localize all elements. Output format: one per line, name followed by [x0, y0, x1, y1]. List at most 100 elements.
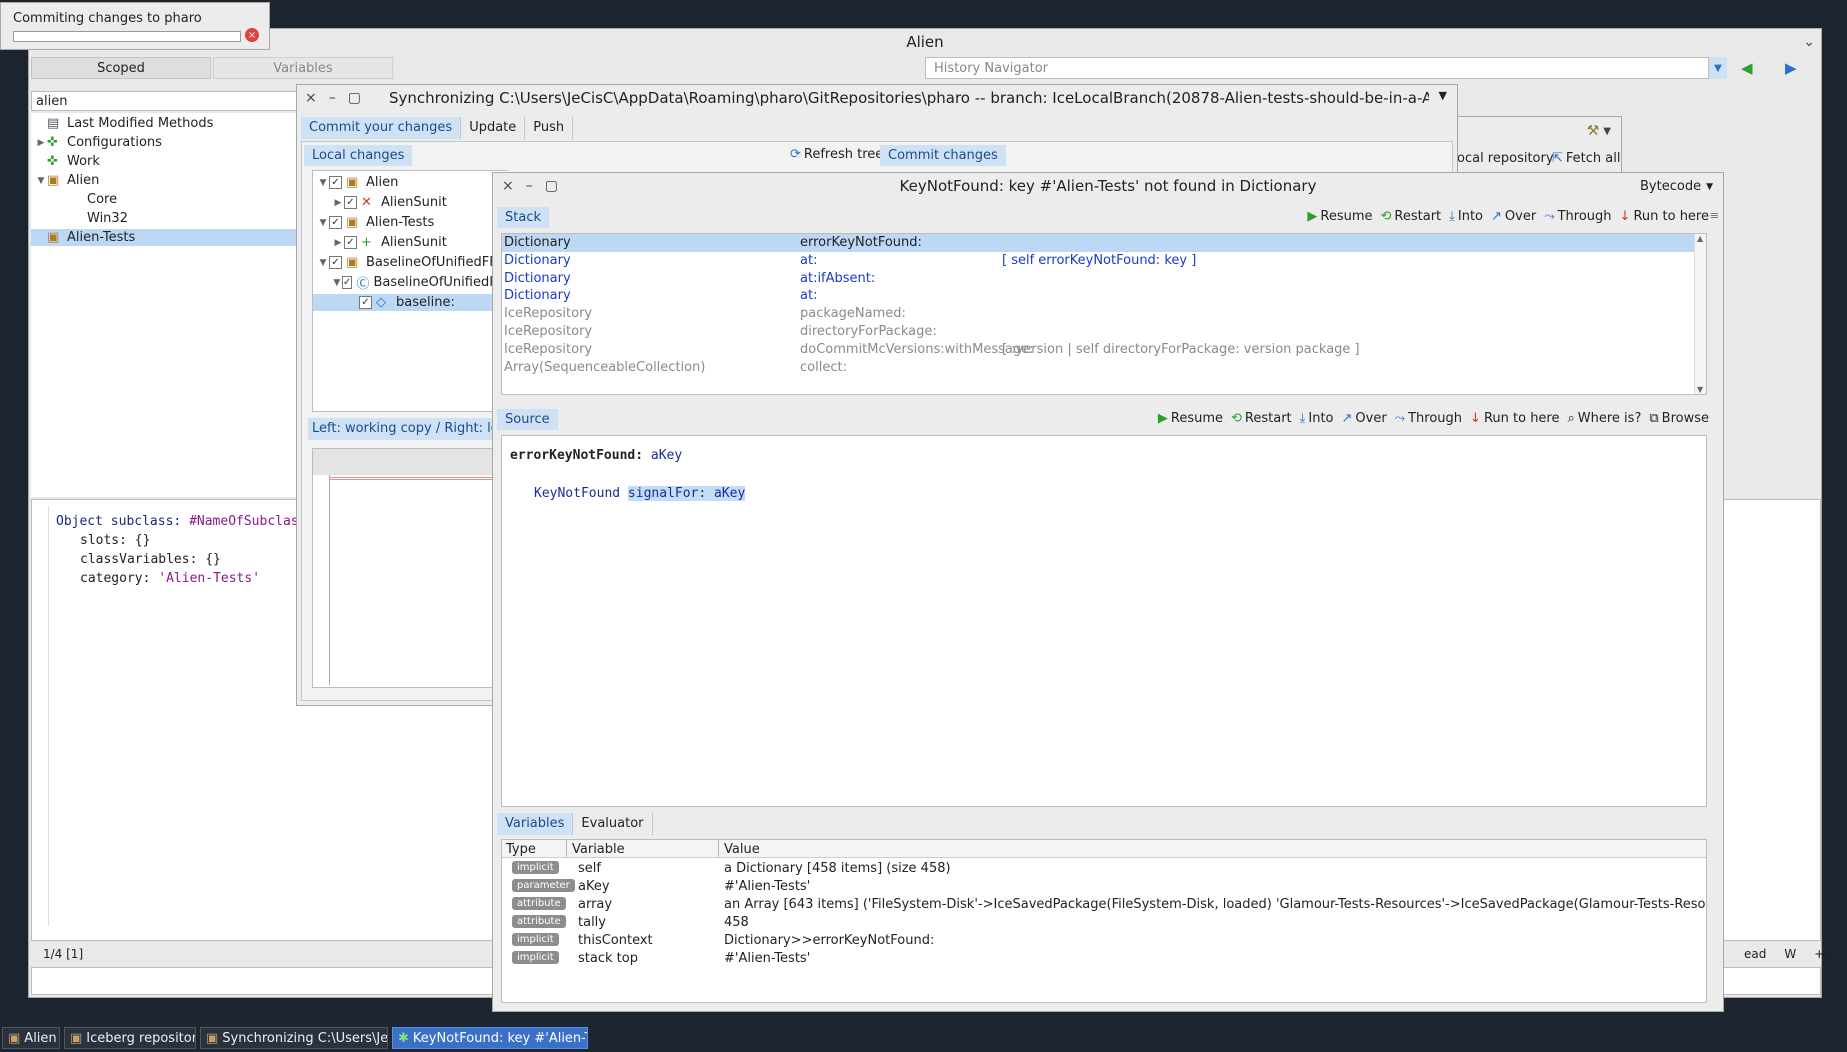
taskbar-item[interactable]: ▣Synchronizing C:\Users\JeCi... [200, 1027, 388, 1049]
variable-row[interactable]: attribute tally 458 [502, 914, 1706, 932]
package-tree-item[interactable]: ▣ Alien-Tests [31, 229, 303, 246]
history-dropdown-icon[interactable]: ▼ [1709, 57, 1727, 79]
change-tree-item[interactable]: ✓ ◇ baseline: [313, 294, 508, 311]
taskbar-item[interactable]: ▣Iceberg repositories [64, 1027, 196, 1049]
checkbox[interactable]: ✓ [359, 296, 372, 309]
variable-row[interactable]: implicit stack top #'Alien-Tests' [502, 950, 1706, 968]
through-button[interactable]: ⤳ Through [1395, 411, 1462, 426]
status-w[interactable]: W [1784, 947, 1796, 961]
sync-title: Synchronizing C:\Users\JeCisC\AppData\Ro… [389, 89, 1429, 107]
history-navigator-field[interactable]: History Navigator [925, 57, 1709, 79]
sync-menu-icon[interactable]: ▼ [1439, 89, 1447, 102]
fetch-all-button[interactable]: ⇱ Fetch all [1552, 151, 1620, 166]
cancel-progress-icon[interactable]: × [245, 28, 259, 42]
back-arrow-icon[interactable]: ◀ [1741, 59, 1753, 77]
over-button[interactable]: ↗ Over [1342, 411, 1387, 426]
local-changes-tab[interactable]: Local changes [304, 145, 413, 166]
taskbar-item[interactable]: ▣ Alien [2, 1027, 60, 1049]
run-to-here-button[interactable]: ↓ Run to here [1470, 411, 1559, 426]
config-icon: ✜ [47, 135, 58, 150]
restart-button[interactable]: ⟲ Restart [1381, 209, 1442, 224]
stack-tab[interactable]: Stack [497, 207, 549, 228]
expand-icon[interactable]: ▼ [317, 178, 329, 188]
diff-pane[interactable] [312, 448, 509, 688]
alien-menu-icon[interactable]: ⌄ [1803, 29, 1815, 55]
through-button[interactable]: ⤳ Through [1544, 209, 1611, 224]
refresh-tree-button[interactable]: ⟳ Refresh tree [790, 147, 883, 162]
resume-button[interactable]: ▶ Resume [1307, 209, 1372, 224]
change-tree-item[interactable]: ▶ ✓ ✕ AlienSunit [313, 194, 508, 211]
variable-row[interactable]: attribute array an Array [643 items] ('Fil… [502, 896, 1706, 914]
change-tree-item[interactable]: ▼ ✓ ▣ Alien [313, 174, 508, 191]
checkbox[interactable]: ✓ [329, 176, 342, 189]
expand-icon[interactable]: ▼ [332, 278, 342, 288]
package-tree-item[interactable]: ▤ Last Modified Methods [31, 115, 303, 132]
tab-variables[interactable]: Variables [497, 813, 574, 835]
source-pane[interactable]: errorKeyNotFound: aKey KeyNotFound signa… [501, 435, 1707, 807]
alien-tab-variables[interactable]: Variables [213, 57, 393, 79]
tab-push[interactable]: Push [525, 117, 574, 139]
header-value[interactable]: Value [724, 842, 760, 857]
variable-row[interactable]: implicit thisContext Dictionary>>errorKeyN… [502, 932, 1706, 950]
commit-changes-button[interactable]: Commit changes [880, 145, 1006, 166]
stack-scrollbar[interactable]: ▲ ▼ [1694, 234, 1706, 394]
change-tree-item[interactable]: ▶ ✓ + AlienSunit [313, 234, 508, 251]
stack-frame[interactable]: Dictionary at: [ self errorKeyNotFound: ke… [502, 252, 1706, 270]
sync-maximize-icon[interactable]: ▢ [348, 90, 361, 106]
change-tree-item[interactable]: ▼ ✓ Ⓒ BaselineOfUnifiedFFI [313, 274, 508, 292]
local-repository-button[interactable]: ocal repository [1457, 151, 1554, 166]
sync-minimize-icon[interactable]: – [329, 90, 336, 106]
checkbox[interactable]: ✓ [341, 276, 353, 289]
checkbox[interactable]: ✓ [344, 236, 357, 249]
browse-button[interactable]: ⧉ Browse [1649, 411, 1709, 426]
stack-frame[interactable]: Dictionary errorKeyNotFound: [502, 234, 1706, 252]
expand-icon[interactable]: ▶ [332, 198, 344, 208]
variable-row[interactable]: parameter aKey #'Alien-Tests' [502, 878, 1706, 896]
iceberg-settings-icon[interactable]: ⚒ ▼ [1587, 123, 1611, 139]
bytecode-dropdown[interactable]: Bytecode ▼ [1640, 179, 1713, 194]
package-tree-item[interactable]: Win32 [31, 210, 303, 227]
stack-frame[interactable]: IceRepository directoryForPackage: [502, 323, 1706, 341]
variable-row[interactable]: implicit self a Dictionary [458 items] (si… [502, 860, 1706, 878]
package-tree-item[interactable]: ▶ ✜ Configurations [31, 134, 303, 151]
stack-frame[interactable]: Array(SequenceableCollection) collect: [502, 359, 1706, 377]
alien-tab-scoped[interactable]: Scoped [31, 57, 211, 79]
tab-commit-your-changes[interactable]: Commit your changes [301, 117, 462, 139]
checkbox[interactable]: ✓ [329, 216, 342, 229]
checkbox[interactable]: ✓ [329, 256, 342, 269]
expand-icon[interactable]: ▶ [332, 238, 344, 248]
stack-frame[interactable]: Dictionary at: [502, 287, 1706, 305]
expand-icon[interactable]: ▼ [35, 176, 47, 186]
taskbar-item[interactable]: ✱KeyNotFound: key #'Alien-Te... [392, 1027, 588, 1049]
checkbox[interactable]: ✓ [344, 196, 357, 209]
stack-frame[interactable]: Dictionary at:ifAbsent: [502, 270, 1706, 288]
source-tab[interactable]: Source [497, 409, 558, 430]
change-tree-item[interactable]: ▼ ✓ ▣ BaselineOfUnifiedFFI [313, 254, 508, 271]
change-tree-item[interactable]: ▼ ✓ ▣ Alien-Tests [313, 214, 508, 231]
restart-button[interactable]: ⟲ Restart [1231, 411, 1292, 426]
stack-frame[interactable]: IceRepository packageNamed: [502, 305, 1706, 323]
tab-update[interactable]: Update [461, 117, 526, 139]
resume-button[interactable]: ▶ Resume [1158, 411, 1223, 426]
expand-icon[interactable]: ▶ [35, 138, 47, 148]
run-to-here-button[interactable]: ↓ Run to here [1620, 209, 1709, 224]
expand-icon[interactable]: ▼ [317, 218, 329, 228]
into-button[interactable]: ⤓ Into [1300, 411, 1334, 426]
status-plus-l[interactable]: +L [1814, 947, 1831, 961]
header-variable[interactable]: Variable [572, 842, 625, 857]
header-type[interactable]: Type [506, 842, 566, 857]
package-tree-item[interactable]: ▼ ▣ Alien [31, 172, 303, 189]
sync-close-icon[interactable]: × [305, 90, 317, 106]
package-tree-item[interactable]: Core [31, 191, 303, 208]
alien-tab-variables-label: Variables [273, 60, 333, 76]
tab-evaluator[interactable]: Evaluator [573, 813, 653, 835]
package-tree-item[interactable]: ✜ Work [31, 153, 303, 170]
expand-icon[interactable]: ▼ [317, 258, 329, 268]
over-button[interactable]: ↗ Over [1491, 209, 1536, 224]
stack-frame[interactable]: IceRepository doCommitMcVersions:withMess… [502, 341, 1706, 359]
where-is-button[interactable]: ⌕ Where is? [1568, 411, 1642, 426]
package-search-input[interactable]: alien [31, 91, 301, 111]
into-button[interactable]: ⤓ Into [1449, 209, 1483, 224]
forward-arrow-icon[interactable]: ▶ [1785, 59, 1797, 77]
stack-toolbar-menu-icon[interactable]: ≡ [1710, 209, 1719, 222]
